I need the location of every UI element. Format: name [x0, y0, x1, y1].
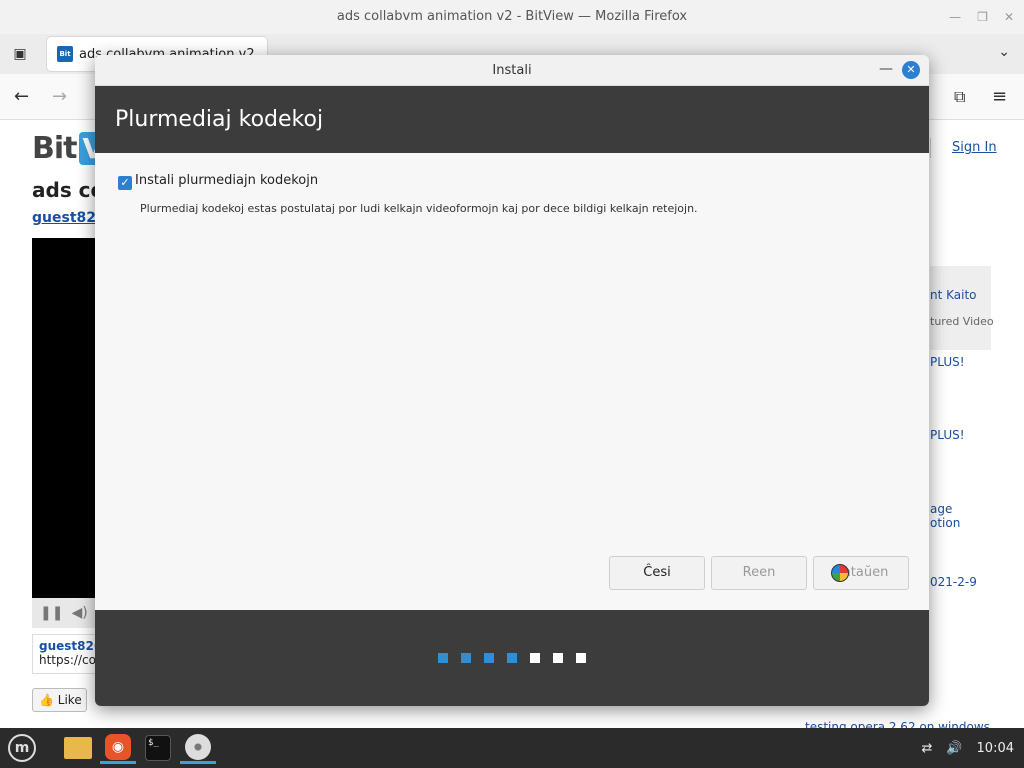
sidebar-meta: tured Video [930, 315, 994, 328]
player-controls: ❚❚ ◀) [32, 598, 102, 628]
firefox-launcher[interactable]: ◉ [100, 732, 136, 764]
installer-dialog: Instali — ✕ Plurmediaj kodekoj ✓ Instali… [95, 55, 929, 706]
forward-button[interactable]: Antaŭen [813, 556, 909, 590]
firefox-icon: ◉ [105, 733, 131, 760]
progress-dot-pending [553, 653, 563, 663]
sidebar-link[interactable]: nt Kaito [930, 288, 977, 302]
files-launcher[interactable] [60, 732, 96, 764]
minimize-icon[interactable]: — [879, 55, 893, 86]
forward-arrow-icon[interactable]: → [52, 86, 67, 108]
progress-dot-pending [530, 653, 540, 663]
logo-bit-text: Bit [32, 130, 77, 166]
codecs-checkbox-label[interactable]: Instali plurmediajn kodekojn [135, 173, 318, 188]
maximize-icon[interactable]: ❐ [977, 0, 988, 34]
dialog-title: Instali [492, 63, 532, 78]
sidebar-link[interactable]: PLUS! [930, 355, 965, 369]
pause-icon[interactable]: ❚❚ [40, 605, 63, 621]
tab-overview-icon[interactable]: ▣ [10, 44, 30, 64]
window-title: ads collabvm animation v2 - BitView — Mo… [336, 9, 688, 24]
cancel-button[interactable]: Ĉesi [609, 556, 705, 590]
system-tray: ⇄ 🔊 10:04 [921, 728, 1014, 768]
related-video-link[interactable]: testing opera 2.62 on windows [805, 720, 990, 728]
disc-icon [185, 733, 211, 760]
terminal-launcher[interactable]: $_ [140, 732, 176, 764]
sidebar-link[interactable]: PLUS! [930, 428, 965, 442]
dialog-footer [95, 610, 929, 706]
extensions-icon[interactable]: ⧉ [954, 86, 965, 108]
window-controls: — ❐ ✕ [949, 0, 1014, 34]
close-icon[interactable]: ✕ [902, 61, 920, 79]
sign-in-link[interactable]: Sign In [952, 140, 997, 155]
installer-launcher[interactable] [180, 732, 216, 764]
folder-icon [64, 737, 92, 759]
dialog-header: Plurmediaj kodekoj [95, 86, 929, 153]
sidebar-link[interactable]: 021-2-9 [930, 575, 977, 589]
sidebar-link[interactable]: age [930, 502, 952, 516]
volume-icon[interactable]: ◀) [71, 605, 87, 621]
clock[interactable]: 10:04 [977, 741, 1014, 756]
taskbar: m ◉ $_ ⇄ 🔊 10:04 [0, 728, 1024, 768]
back-button[interactable]: Reen [711, 556, 807, 590]
progress-dots [95, 653, 929, 663]
dialog-titlebar: Instali — ✕ [95, 55, 929, 86]
dialog-body: ✓ Instali plurmediajn kodekojn Plurmedia… [95, 153, 929, 610]
thumbs-up-icon: 👍 [39, 693, 54, 707]
network-icon[interactable]: ⇄ [921, 741, 932, 756]
mint-logo-icon: m [8, 734, 36, 762]
close-icon[interactable]: ✕ [1004, 0, 1014, 34]
codecs-description: Plurmediaj kodekoj estas postulataj por … [140, 202, 698, 215]
progress-dot-done [484, 653, 494, 663]
busy-cursor-icon [831, 564, 849, 582]
sidebar-link[interactable]: otion [930, 516, 960, 530]
comment-user[interactable]: guest8264 [39, 639, 101, 653]
like-label: Like [57, 693, 82, 707]
menu-icon[interactable]: ≡ [992, 86, 1007, 108]
minimize-icon[interactable]: — [949, 0, 961, 34]
progress-dot-pending [576, 653, 586, 663]
video-player[interactable] [32, 238, 102, 598]
progress-dot-done [507, 653, 517, 663]
progress-dot-done [438, 653, 448, 663]
like-button[interactable]: 👍 Like [32, 688, 87, 712]
back-arrow-icon[interactable]: ← [14, 86, 29, 108]
divider [930, 138, 931, 158]
progress-dot-done [461, 653, 471, 663]
comment-text: https://com [39, 653, 102, 667]
terminal-icon: $_ [145, 735, 171, 761]
comment: guest8264 https://com [32, 634, 102, 674]
codecs-checkbox[interactable]: ✓ [118, 176, 132, 190]
start-menu-button[interactable]: m [4, 732, 40, 764]
bitview-favicon-icon: Bit [57, 46, 73, 62]
volume-icon[interactable]: 🔊 [946, 741, 962, 756]
window-title-bar: ads collabvm animation v2 - BitView — Mo… [0, 0, 1024, 34]
featured-video-box [930, 266, 991, 350]
chevron-down-icon[interactable]: ⌄ [998, 44, 1010, 60]
video-title: ads co [32, 178, 105, 202]
